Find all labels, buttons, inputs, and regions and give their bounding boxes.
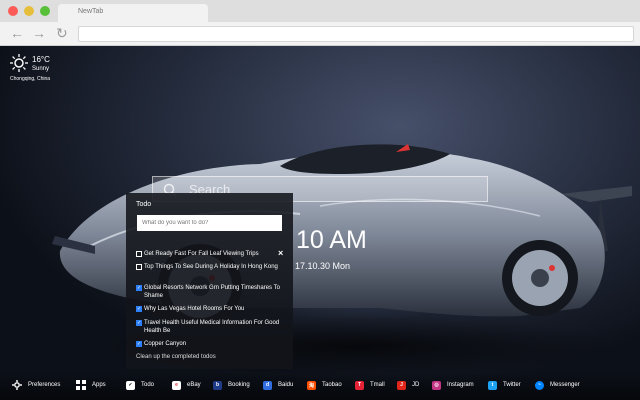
todo-panel: Todo Get Ready Fast For Fall Leaf Viewin… [126, 193, 293, 369]
todo-item-text: Top Things To See During A Holiday In Ho… [144, 264, 278, 270]
todo-item-text: Get Ready Fast For Fall Leaf Viewing Tri… [144, 251, 259, 257]
messenger-label: Messenger [550, 382, 580, 388]
clock-time: 10 AM [296, 226, 367, 254]
todo-label: Todo [141, 382, 155, 388]
baidu-shortcut[interactable]: d Baidu [263, 379, 293, 391]
close-window-button[interactable] [8, 6, 18, 16]
apps-grid-icon [76, 380, 86, 390]
preferences-button[interactable]: Preferences [12, 379, 60, 391]
todo-button[interactable]: ✓ Todo [126, 379, 154, 391]
instagram-icon: ◎ [432, 380, 441, 390]
apps-button[interactable]: Apps [76, 379, 106, 391]
weather-temperature: 16°C [32, 55, 50, 64]
maximize-window-button[interactable] [40, 6, 50, 16]
todo-item[interactable]: Top Things To See During A Holiday In Ho… [136, 263, 281, 271]
baidu-label: Baidu [278, 382, 294, 388]
todo-item[interactable]: Get Ready Fast For Fall Leaf Viewing Tri… [136, 250, 281, 258]
tmall-label: Tmall [370, 382, 385, 388]
back-button[interactable]: ← [10, 25, 24, 41]
booking-label: Booking [228, 382, 250, 388]
todo-item-text: Global Resorts Network Grn Putting Times… [144, 285, 280, 299]
todo-input[interactable] [137, 215, 282, 231]
todo-check-icon: ✓ [126, 380, 135, 390]
taobao-icon: 淘 [307, 380, 316, 390]
ebay-icon: e [172, 380, 181, 390]
minimize-window-button[interactable] [24, 6, 34, 16]
twitter-label: Twitter [503, 382, 521, 388]
booking-icon: b [213, 380, 222, 390]
sun-icon [10, 54, 28, 72]
todo-checkbox[interactable] [136, 264, 142, 270]
weather-condition: Sunny [32, 66, 50, 72]
ebay-label: eBay [187, 382, 201, 388]
clock-date: 17.10.30 Mon [295, 261, 351, 271]
bottom-shortcut-bar: Preferences Apps ✓ Todo e eBay b Booking… [0, 372, 640, 400]
forward-button[interactable]: → [32, 25, 46, 41]
instagram-shortcut[interactable]: ◎ Instagram [432, 379, 474, 391]
apps-label: Apps [92, 382, 106, 388]
todo-item[interactable]: ✓ Why Las Vegas Hotel Rooms For You [136, 305, 281, 313]
reload-button[interactable]: ↻ [56, 25, 68, 41]
todo-checkbox[interactable] [136, 251, 142, 257]
messenger-icon: ~ [535, 380, 544, 390]
todo-checkbox[interactable]: ✓ [136, 320, 142, 326]
todo-item-text: Why Las Vegas Hotel Rooms For You [144, 306, 245, 312]
jd-shortcut[interactable]: J JD [397, 379, 419, 391]
browser-tab[interactable]: NewTab [58, 4, 208, 22]
todo-checkbox[interactable]: ✓ [136, 285, 142, 291]
twitter-shortcut[interactable]: t Twitter [488, 379, 521, 391]
todo-item[interactable]: ✓ Copper Canyon [136, 340, 281, 348]
jd-icon: J [397, 380, 406, 390]
todo-item-text: Travel Health Useful Medical Information… [144, 320, 280, 334]
background-wallpaper [0, 46, 640, 400]
todo-checkbox[interactable]: ✓ [136, 341, 142, 347]
preferences-label: Preferences [28, 382, 61, 388]
tmall-shortcut[interactable]: T Tmall [355, 379, 385, 391]
address-bar[interactable] [78, 26, 634, 42]
jd-label: JD [412, 382, 420, 388]
ebay-shortcut[interactable]: e eBay [172, 379, 201, 391]
todo-checkbox[interactable]: ✓ [136, 306, 142, 312]
weather-location: Chongqing, China [10, 76, 51, 82]
browser-toolbar: ← → ↻ [0, 22, 640, 46]
todo-title: Todo [136, 201, 152, 208]
messenger-shortcut[interactable]: ~ Messenger [535, 379, 580, 391]
todo-item[interactable]: ✓ Global Resorts Network Grn Putting Tim… [136, 284, 281, 300]
tab-title: NewTab [78, 8, 104, 15]
taobao-shortcut[interactable]: 淘 Taobao [307, 379, 342, 391]
gear-icon [12, 380, 22, 390]
todo-item-text: Copper Canyon [144, 341, 187, 347]
twitter-icon: t [488, 380, 497, 390]
instagram-label: Instagram [447, 382, 474, 388]
cleanup-completed-link[interactable]: Clean up the completed todos [136, 354, 216, 360]
close-icon[interactable]: × [278, 248, 283, 258]
browser-titlebar: NewTab [0, 0, 640, 22]
booking-shortcut[interactable]: b Booking [213, 379, 250, 391]
todo-item[interactable]: ✓ Travel Health Useful Medical Informati… [136, 319, 281, 335]
taobao-label: Taobao [322, 382, 342, 388]
tmall-icon: T [355, 380, 364, 390]
baidu-icon: d [263, 380, 272, 390]
sports-car-illustration [52, 144, 632, 376]
